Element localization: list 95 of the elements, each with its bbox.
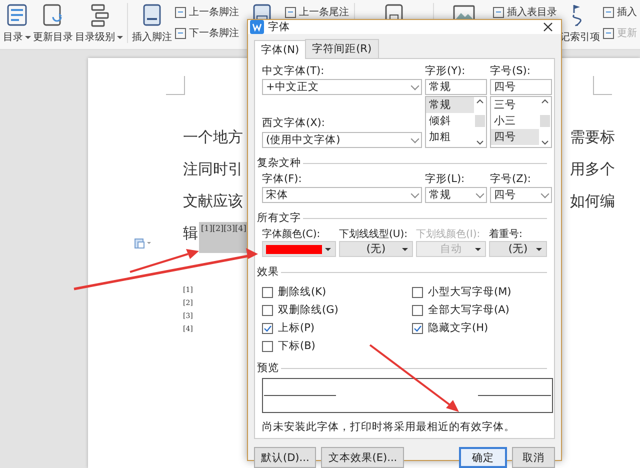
caret-icon <box>147 242 151 246</box>
body-text: 如何编 <box>570 192 615 211</box>
dropdown-field[interactable]: (无) <box>489 241 547 257</box>
refresh-document-icon[interactable] <box>41 3 65 27</box>
small-document-icon <box>602 6 615 18</box>
dropdown-field[interactable]: (使用中文字体) <box>262 132 422 148</box>
toolbar-button[interactable]: 目录 <box>3 30 31 44</box>
caret-icon <box>325 248 331 254</box>
field-label: 中文字体(T): <box>262 65 326 78</box>
checkbox[interactable] <box>262 304 273 316</box>
field-label: 西文字体(X): <box>262 117 326 130</box>
margin-corner-mark <box>593 76 612 95</box>
section-heading: 预览 <box>257 361 547 375</box>
dialog-title: 字体 <box>268 20 291 34</box>
field-label: 字体颜色(C): <box>262 228 322 241</box>
text-field[interactable]: 常规 <box>425 79 487 95</box>
dropdown-field[interactable]: 宋体 <box>262 187 422 203</box>
dialog-button[interactable]: 取消 <box>512 447 555 468</box>
body-text: 一个地方 <box>183 128 243 147</box>
tab[interactable]: 字体(N) <box>254 40 306 59</box>
dropdown-field[interactable]: +中文正文 <box>262 79 422 95</box>
toolbar-button[interactable]: 插入 <box>602 5 637 19</box>
list-item[interactable]: 常规 <box>426 97 474 113</box>
checkbox-label: 全部大写字母(A) <box>428 303 510 317</box>
ok-button[interactable]: 确定 <box>459 447 507 468</box>
checkbox[interactable] <box>412 304 423 316</box>
small-document-icon <box>284 6 297 18</box>
dropdown-field[interactable]: 四号 <box>490 187 552 203</box>
dialog-button[interactable]: 默认(D)... <box>254 447 316 468</box>
dialog-button[interactable]: 文本效果(E)... <box>321 447 404 468</box>
paste-options-button[interactable] <box>134 238 151 249</box>
small-document-icon <box>602 26 615 40</box>
toolbar-button[interactable]: 插入脚注 <box>132 30 172 44</box>
checkbox[interactable] <box>262 340 273 352</box>
checkbox[interactable] <box>412 286 423 298</box>
list-item[interactable]: 小三 <box>491 113 539 129</box>
clipboard-icon <box>134 238 145 249</box>
section-heading: 复杂文种 <box>257 156 547 170</box>
body-text: 用多个 <box>570 160 615 179</box>
checkbox-label: 隐藏文字(H) <box>428 321 488 335</box>
scrollbar-drawing[interactable] <box>474 97 486 147</box>
body-text: 注同时引 <box>183 160 243 179</box>
margin-corner-mark <box>166 76 185 95</box>
list-item[interactable]: 倾斜 <box>426 113 474 129</box>
caret-icon <box>402 248 408 254</box>
caret-icon <box>25 36 31 42</box>
field-label: 字形(Y): <box>425 65 466 78</box>
toc-icon[interactable] <box>5 3 29 27</box>
checkbox[interactable] <box>262 286 273 298</box>
list-item[interactable]: 三号 <box>491 97 539 113</box>
section-heading: 所有文字 <box>257 211 547 225</box>
checkbox-label: 删除线(K) <box>278 285 326 299</box>
color-dropdown[interactable] <box>262 241 336 257</box>
checkbox[interactable] <box>262 322 273 334</box>
footnote-reference: [1][2][3][4] <box>199 222 248 253</box>
text-field[interactable]: 四号 <box>490 79 552 95</box>
field-label: 着重号: <box>489 228 524 241</box>
toolbar-button[interactable]: 插入表目录 <box>492 5 557 19</box>
caret-icon <box>117 36 123 42</box>
dropdown-field[interactable]: (无) <box>339 241 413 257</box>
field-label: 下划线颜色(I): <box>416 228 482 241</box>
field-label: 字形(L): <box>425 173 466 186</box>
dropdown-field[interactable]: 常规 <box>425 187 487 203</box>
section-heading: 效果 <box>257 265 547 279</box>
toolbar-button[interactable]: 目录级别 <box>75 30 123 44</box>
toolbar-button[interactable]: 上一条脚注 <box>174 5 239 19</box>
field-label: 字号(S): <box>490 65 532 78</box>
body-text: 需要标 <box>570 128 615 147</box>
list-item[interactable]: 四号 <box>491 129 539 145</box>
tab[interactable]: 字符间距(R) <box>305 39 379 58</box>
checkbox[interactable] <box>412 322 423 334</box>
toolbar-button[interactable]: 上一条尾注 <box>284 5 349 19</box>
list-item[interactable]: 加粗 <box>426 129 474 145</box>
caret-icon <box>475 248 481 254</box>
checkbox-label: 小型大写字母(M) <box>428 285 512 299</box>
list-box[interactable]: 常规 倾斜 加粗 <box>425 96 487 148</box>
field-label: 字体(F): <box>262 173 303 186</box>
toolbar-button[interactable]: 下一条脚注 <box>174 26 239 40</box>
small-document-icon <box>174 26 187 40</box>
check-icon <box>413 324 422 332</box>
toolbar-button[interactable]: 更新目录 <box>33 30 73 44</box>
checkbox-label: 双删除线(G) <box>278 303 338 317</box>
check-icon <box>263 324 272 332</box>
body-text: 文献应该 <box>183 192 243 211</box>
small-document-icon <box>174 6 187 18</box>
info-text: 尚未安装此字体，打印时将采用最相近的有效字体。 <box>262 420 516 434</box>
dropdown-field: 自动 <box>416 241 486 257</box>
small-document-icon <box>492 6 505 18</box>
scrollbar-drawing[interactable] <box>539 97 551 147</box>
list-box[interactable]: 三号 小三 四号 <box>490 96 552 148</box>
checkbox-label: 上标(P) <box>278 321 315 335</box>
field-label: 下划线线型(U): <box>339 228 408 241</box>
caret-icon <box>536 248 542 254</box>
field-label: 字号(Z): <box>490 173 532 186</box>
checkbox-label: 下标(B) <box>278 339 316 353</box>
